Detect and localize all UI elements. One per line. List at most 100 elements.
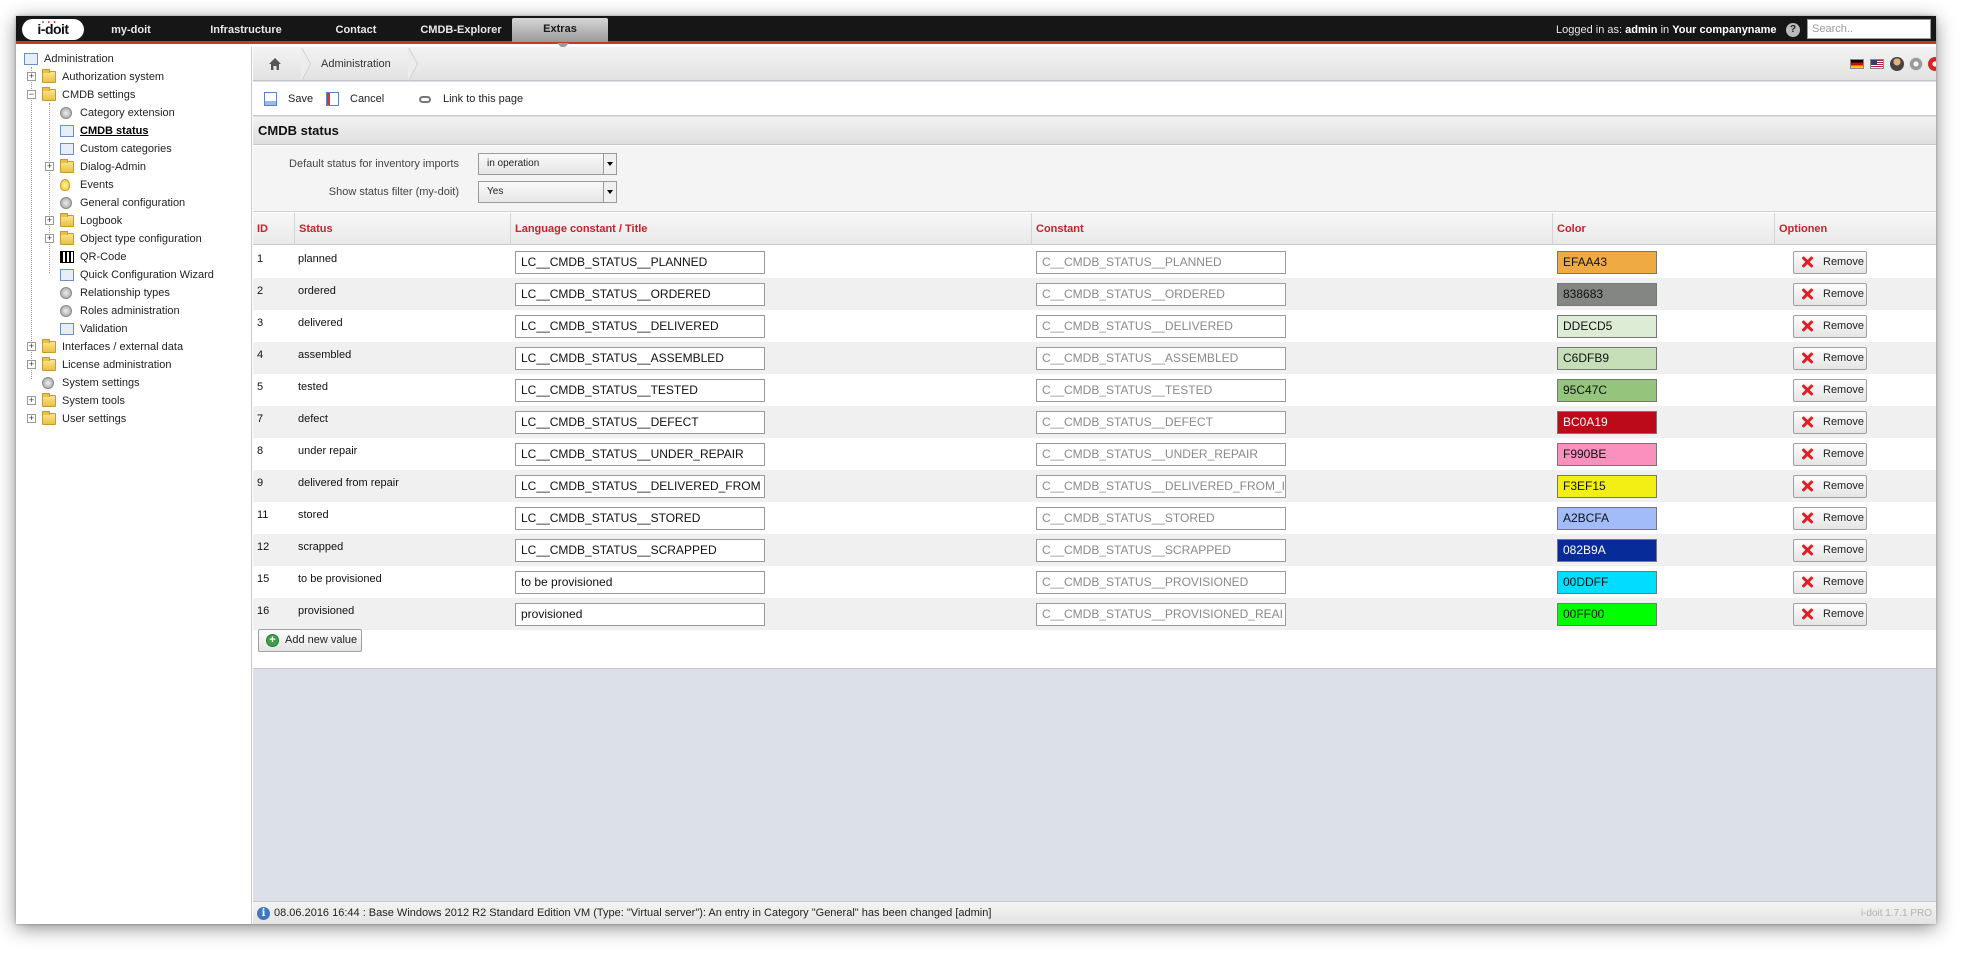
expand-icon[interactable]: + xyxy=(27,396,36,405)
close-icon xyxy=(1801,256,1813,268)
expand-icon[interactable]: + xyxy=(45,162,54,171)
folder-icon xyxy=(42,393,56,407)
title-input[interactable]: LC__CMDB_STATUS__DELIVERED_FROM xyxy=(515,475,765,498)
sidebar-item-system-settings[interactable]: System settings xyxy=(16,374,250,392)
dialog-icon xyxy=(60,269,74,281)
sidebar-item-events[interactable]: Events xyxy=(16,176,250,194)
sidebar-item-label: Category extension xyxy=(80,107,175,119)
nav-cmdb-explorer[interactable]: CMDB-Explorer xyxy=(406,16,516,44)
expand-icon[interactable]: + xyxy=(45,216,54,225)
title-input[interactable]: LC__CMDB_STATUS__UNDER_REPAIR xyxy=(515,443,765,466)
color-picker-input[interactable]: 838683 xyxy=(1557,283,1657,306)
sidebar-item-user-settings[interactable]: + User settings xyxy=(16,410,250,428)
home-icon[interactable] xyxy=(268,57,282,71)
color-picker-input[interactable]: 00FF00 xyxy=(1557,603,1657,626)
sidebar-item-authorization-system[interactable]: + Authorization system xyxy=(16,68,250,86)
sidebar-item-roles-administration[interactable]: Roles administration xyxy=(16,302,250,320)
cell-id: 11 xyxy=(257,509,269,521)
remove-button[interactable]: Remove xyxy=(1793,603,1867,626)
remove-button[interactable]: Remove xyxy=(1793,379,1867,402)
title-input[interactable]: LC__CMDB_STATUS__DEFECT xyxy=(515,411,765,434)
sidebar-item-category-extension[interactable]: Category extension xyxy=(16,104,250,122)
remove-button[interactable]: Remove xyxy=(1793,347,1867,370)
remove-button[interactable]: Remove xyxy=(1793,571,1867,594)
color-picker-input[interactable]: 00DDFF xyxy=(1557,571,1657,594)
remove-button[interactable]: Remove xyxy=(1793,507,1867,530)
sidebar-item-validation[interactable]: Validation xyxy=(16,320,250,338)
flag-germany-icon[interactable] xyxy=(1850,59,1864,69)
sidebar-item-dialog-admin[interactable]: + Dialog-Admin xyxy=(16,158,250,176)
flag-usa-icon[interactable] xyxy=(1870,59,1884,69)
show-filter-select[interactable]: Yes xyxy=(478,181,617,203)
nav-infrastructure[interactable]: Infrastructure xyxy=(196,16,296,44)
expand-icon[interactable]: + xyxy=(27,360,36,369)
title-input[interactable]: LC__CMDB_STATUS__STORED xyxy=(515,507,765,530)
search-input[interactable] xyxy=(1807,19,1931,39)
sidebar-item-cmdb-status[interactable]: CMDB status xyxy=(16,122,250,140)
color-picker-input[interactable]: BC0A19 xyxy=(1557,411,1657,434)
remove-button[interactable]: Remove xyxy=(1793,251,1867,274)
sidebar-item-custom-categories[interactable]: Custom categories xyxy=(16,140,250,158)
remove-button[interactable]: Remove xyxy=(1793,411,1867,434)
nav-my-doit[interactable]: my-doit xyxy=(86,16,176,44)
settings-gear-icon[interactable] xyxy=(1909,57,1923,71)
sidebar-item-quick-configuration-wizard[interactable]: Quick Configuration Wizard xyxy=(16,266,250,284)
color-picker-input[interactable]: DDECD5 xyxy=(1557,315,1657,338)
in-word: in xyxy=(1660,24,1670,36)
nav-contact[interactable]: Contact xyxy=(316,16,396,44)
sidebar-item-interfaces-external-data[interactable]: + Interfaces / external data xyxy=(16,338,250,356)
title-input[interactable]: LC__CMDB_STATUS__ORDERED xyxy=(515,283,765,306)
color-picker-input[interactable]: 082B9A xyxy=(1557,539,1657,562)
color-picker-input[interactable]: A2BCFA xyxy=(1557,507,1657,530)
remove-button[interactable]: Remove xyxy=(1793,283,1867,306)
color-picker-input[interactable]: 95C47C xyxy=(1557,379,1657,402)
logout-power-icon[interactable] xyxy=(1928,57,1936,71)
color-picker-input[interactable]: F990BE xyxy=(1557,443,1657,466)
sidebar-item-system-tools[interactable]: + System tools xyxy=(16,392,250,410)
add-new-value-button[interactable]: + Add new value xyxy=(258,629,362,652)
save-button[interactable]: Save xyxy=(264,82,316,116)
remove-button[interactable]: Remove xyxy=(1793,475,1867,498)
remove-button[interactable]: Remove xyxy=(1793,539,1867,562)
table-row: 9 delivered from repair LC__CMDB_STATUS__D… xyxy=(253,470,1936,502)
expand-icon[interactable]: + xyxy=(27,72,36,81)
title-input[interactable]: provisioned xyxy=(515,603,765,626)
cell-id: 2 xyxy=(257,285,264,297)
cell-status: provisioned xyxy=(298,605,355,617)
title-input[interactable]: LC__CMDB_STATUS__PLANNED xyxy=(515,251,765,274)
sidebar-item-object-type-configuration[interactable]: + Object type configuration xyxy=(16,230,250,248)
user-profile-icon[interactable] xyxy=(1890,57,1904,71)
status-message: 08.06.2016 16:44 : Base Windows 2012 R2 … xyxy=(274,907,992,919)
title-input[interactable]: LC__CMDB_STATUS__ASSEMBLED xyxy=(515,347,765,370)
remove-button[interactable]: Remove xyxy=(1793,315,1867,338)
title-input[interactable]: LC__CMDB_STATUS__SCRAPPED xyxy=(515,539,765,562)
color-picker-input[interactable]: C6DFB9 xyxy=(1557,347,1657,370)
sidebar-item-cmdb-settings[interactable]: − CMDB settings xyxy=(16,86,250,104)
title-input[interactable]: LC__CMDB_STATUS__DELIVERED xyxy=(515,315,765,338)
expand-icon[interactable]: + xyxy=(45,234,54,243)
title-input[interactable]: to be provisioned xyxy=(515,571,765,594)
remove-label: Remove xyxy=(1823,544,1864,556)
chevron-down-icon xyxy=(603,182,616,202)
sidebar-item-license-administration[interactable]: + License administration xyxy=(16,356,250,374)
nav-extras[interactable]: Extras xyxy=(512,18,608,49)
collapse-icon[interactable]: − xyxy=(27,90,36,99)
expand-icon[interactable]: + xyxy=(27,342,36,351)
expand-icon[interactable]: + xyxy=(27,414,36,423)
help-icon[interactable]: ? xyxy=(1786,23,1800,37)
breadcrumb-item-administration[interactable]: Administration xyxy=(321,47,391,81)
sidebar-item-general-configuration[interactable]: General configuration xyxy=(16,194,250,212)
sidebar-item-administration[interactable]: Administration xyxy=(16,50,250,68)
logo[interactable]: • • • i-doit xyxy=(22,19,84,40)
color-picker-input[interactable]: F3EF15 xyxy=(1557,475,1657,498)
sidebar-item-label: Relationship types xyxy=(80,287,170,299)
sidebar-item-relationship-types[interactable]: Relationship types xyxy=(16,284,250,302)
sidebar-item-logbook[interactable]: + Logbook xyxy=(16,212,250,230)
link-to-page-button[interactable]: Link to this page xyxy=(419,82,529,116)
cancel-button[interactable]: Cancel xyxy=(326,82,392,116)
sidebar-item-qr-code[interactable]: QR-Code xyxy=(16,248,250,266)
title-input[interactable]: LC__CMDB_STATUS__TESTED xyxy=(515,379,765,402)
remove-button[interactable]: Remove xyxy=(1793,443,1867,466)
color-picker-input[interactable]: EFAA43 xyxy=(1557,251,1657,274)
default-status-select[interactable]: in operation xyxy=(478,153,617,175)
